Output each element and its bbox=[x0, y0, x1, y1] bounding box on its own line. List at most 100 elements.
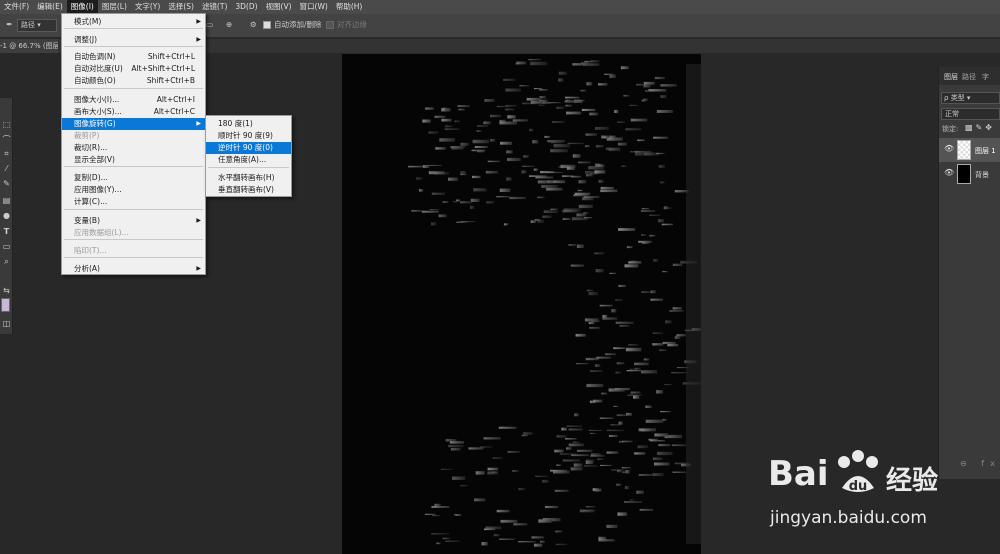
streak-mark bbox=[594, 252, 605, 255]
tab-paths[interactable]: 路径 bbox=[962, 70, 976, 84]
image-menu-item[interactable]: 计算(C)... bbox=[62, 196, 205, 208]
streak-mark bbox=[535, 176, 554, 179]
eyedropper-tool-icon[interactable]: ⁄ bbox=[1, 163, 12, 174]
arrange-icon[interactable]: ⊕ bbox=[226, 18, 232, 32]
menu-item[interactable]: 视图(V) bbox=[262, 0, 296, 14]
lasso-tool-icon[interactable]: ⌒ bbox=[1, 134, 12, 145]
dodge-tool-icon[interactable]: ● bbox=[1, 210, 12, 221]
mode-select-value: 路径 bbox=[21, 21, 35, 29]
image-menu-item[interactable]: 图像大小(I)... Alt+Ctrl+I bbox=[62, 94, 205, 106]
streak-mark bbox=[452, 476, 466, 480]
pen-tool-icon[interactable]: ✒ bbox=[4, 19, 15, 30]
streak-mark bbox=[583, 212, 589, 215]
streak-mark bbox=[518, 487, 525, 491]
streak-mark bbox=[603, 136, 609, 139]
layer-name[interactable]: 背景 bbox=[975, 170, 989, 180]
menu-separator bbox=[64, 239, 203, 240]
image-menu-item[interactable]: 变量(B) ▶ bbox=[62, 215, 205, 227]
menu-item[interactable]: 3D(D) bbox=[231, 0, 261, 14]
streak-mark bbox=[585, 506, 596, 508]
marquee-tool-icon[interactable]: ⬚ bbox=[1, 119, 12, 130]
streak-mark bbox=[572, 63, 590, 66]
streak-mark bbox=[630, 118, 648, 122]
menu-item[interactable]: 编辑(E) bbox=[33, 0, 67, 14]
rotation-menu-item[interactable]: 逆时针 90 度(0) bbox=[206, 142, 291, 154]
zoom-tool-icon[interactable]: ⌕ bbox=[1, 256, 12, 267]
image-menu-item[interactable]: 画布大小(S)... Alt+Ctrl+C bbox=[62, 106, 205, 118]
menu-item[interactable]: 图像(I) bbox=[66, 0, 98, 14]
streak-mark bbox=[636, 490, 644, 494]
image-menu-item[interactable]: 显示全部(V) bbox=[62, 154, 205, 166]
streak-mark bbox=[604, 73, 614, 75]
image-menu-item[interactable]: 自动颜色(O) Shift+Ctrl+B bbox=[62, 75, 205, 87]
path-ops-icon[interactable]: ▭ bbox=[206, 18, 213, 32]
quick-mask-icon[interactable]: ◫ bbox=[1, 318, 12, 329]
menu-item[interactable]: 图层(L) bbox=[98, 0, 131, 14]
image-menu-item[interactable]: 裁切(R)... bbox=[62, 142, 205, 154]
streak-mark bbox=[553, 144, 570, 148]
eye-icon[interactable]: 👁 bbox=[944, 144, 954, 153]
streak-mark bbox=[442, 201, 449, 203]
shape-tool-icon[interactable]: ▭ bbox=[1, 241, 12, 252]
menu-item[interactable]: 文件(F) bbox=[0, 0, 33, 14]
streak-mark bbox=[475, 471, 485, 475]
type-tool-icon[interactable]: T bbox=[1, 226, 12, 237]
streak-mark bbox=[613, 405, 619, 407]
streak-mark bbox=[628, 261, 642, 264]
auto-add-delete-checkbox[interactable] bbox=[263, 21, 271, 29]
streak-mark bbox=[616, 483, 622, 486]
menu-item[interactable]: 选择(S) bbox=[164, 0, 198, 14]
menu-item-label: 裁剪(P) bbox=[74, 131, 100, 140]
menu-item[interactable]: 文字(Y) bbox=[131, 0, 164, 14]
image-menu-item[interactable]: 调整(J) ▶ bbox=[62, 34, 205, 46]
gear-icon[interactable]: ⚙ bbox=[250, 18, 257, 32]
image-menu-item[interactable]: 应用图像(Y)... bbox=[62, 184, 205, 196]
tab-character[interactable]: 字 bbox=[982, 70, 989, 84]
menu-item[interactable]: 窗口(W) bbox=[296, 0, 332, 14]
streak-mark bbox=[634, 452, 646, 455]
streak-mark bbox=[613, 347, 626, 350]
menu-item[interactable]: 滤镜(T) bbox=[198, 0, 231, 14]
streak-mark bbox=[529, 128, 534, 132]
streak-mark bbox=[634, 150, 652, 153]
rotation-menu-item[interactable]: 水平翻转画布(H) bbox=[206, 172, 291, 184]
streak-mark bbox=[428, 131, 439, 134]
brush-tool-icon[interactable]: ✎ bbox=[1, 178, 12, 189]
crop-tool-icon[interactable]: ⌗ bbox=[1, 148, 12, 159]
streak-mark bbox=[531, 536, 544, 539]
document-canvas[interactable] bbox=[342, 54, 701, 554]
image-menu: 模式(M) ▶ 调整(J) ▶ 自动色调(N) Shift+Ctrl+L 自动对比度(U) A… bbox=[61, 13, 206, 275]
image-menu-item[interactable]: 图像旋转(G) ▶ bbox=[62, 118, 205, 130]
streak-mark bbox=[431, 222, 437, 226]
rotation-menu-item[interactable]: 顺时针 90 度(9) bbox=[206, 130, 291, 142]
streak-mark bbox=[629, 104, 639, 106]
streak-mark bbox=[460, 485, 468, 487]
streak-mark bbox=[602, 314, 608, 318]
eye-icon[interactable]: 👁 bbox=[944, 168, 954, 177]
streak-mark bbox=[595, 164, 605, 167]
streak-mark bbox=[421, 210, 439, 213]
foreground-color-swatch[interactable] bbox=[1, 298, 10, 312]
image-menu-item[interactable]: 模式(M) ▶ bbox=[62, 16, 205, 28]
streak-mark bbox=[439, 138, 456, 142]
layer-filter-select[interactable]: ρ 类型 ▾ bbox=[941, 92, 1000, 104]
blend-mode-select[interactable]: 正常 bbox=[941, 108, 1000, 120]
lock-icons[interactable]: ▩✎✥ bbox=[965, 123, 995, 132]
gradient-tool-icon[interactable]: ▤ bbox=[1, 195, 12, 206]
rotation-menu-item[interactable]: 垂直翻转画布(V) bbox=[206, 184, 291, 196]
swap-colors-icon[interactable]: ⇆ bbox=[1, 285, 12, 296]
image-menu-item[interactable]: 自动色调(N) Shift+Ctrl+L bbox=[62, 51, 205, 63]
rotation-menu-item[interactable]: 180 度(1) bbox=[206, 118, 291, 130]
streak-mark bbox=[565, 96, 580, 99]
image-menu-item[interactable]: 分析(A) ▶ bbox=[62, 263, 205, 275]
image-menu-item[interactable]: 复制(D)... bbox=[62, 172, 205, 184]
menu-item-label: 模式(M) bbox=[74, 17, 102, 26]
layer-name[interactable]: 图层 1 bbox=[975, 146, 996, 156]
tab-layers[interactable]: 图层 bbox=[944, 70, 958, 84]
menu-item[interactable]: 帮助(H) bbox=[332, 0, 367, 14]
align-edges-checkbox[interactable] bbox=[326, 21, 334, 29]
document-tab[interactable]: -1 @ 66.7% (图层 bbox=[0, 39, 58, 53]
mode-select[interactable]: 路径 ▾ bbox=[17, 19, 57, 32]
image-menu-item[interactable]: 自动对比度(U) Alt+Shift+Ctrl+L bbox=[62, 63, 205, 75]
rotation-menu-item[interactable]: 任意角度(A)... bbox=[206, 154, 291, 166]
